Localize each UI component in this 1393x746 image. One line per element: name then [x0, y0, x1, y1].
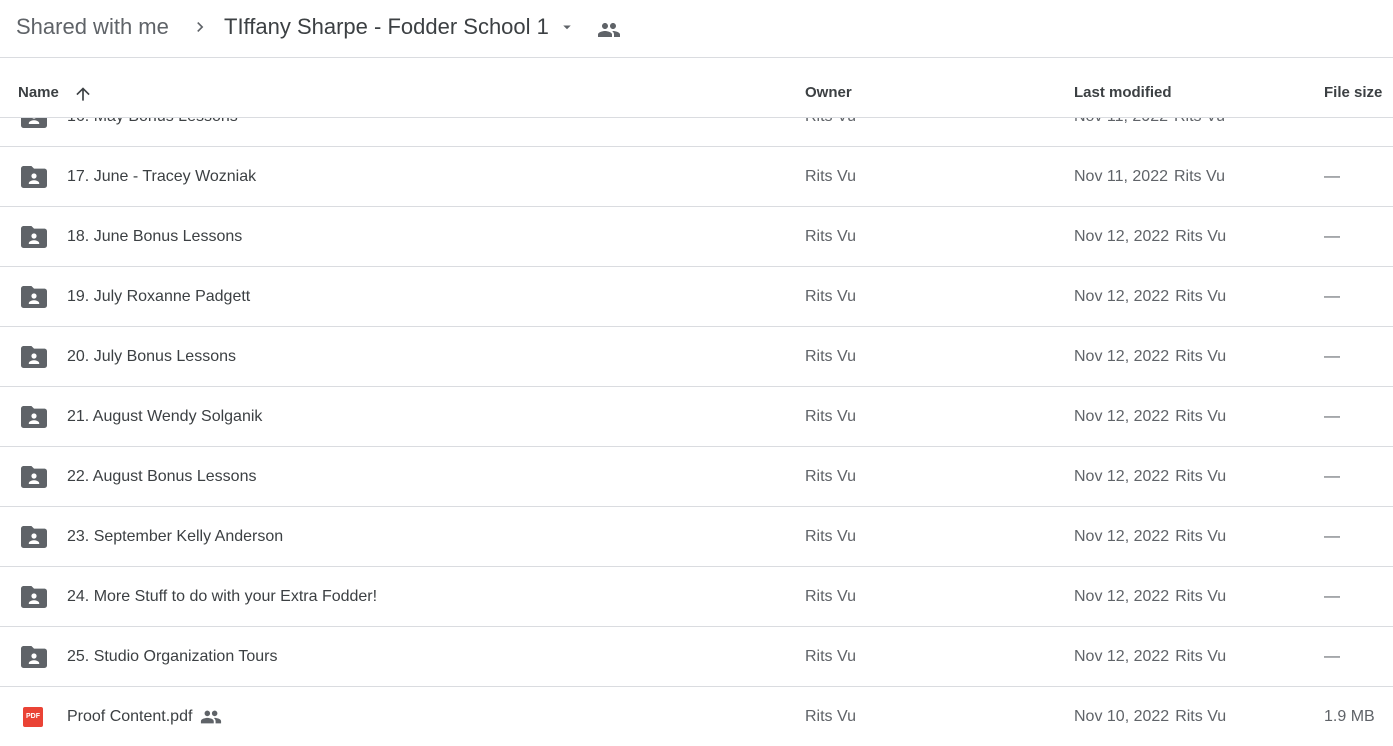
modified-by: Rits Vu [1174, 168, 1225, 185]
modified-date: Nov 12, 2022 [1074, 648, 1170, 665]
modified-by: Rits Vu [1175, 288, 1227, 305]
pdf-icon: PDF [23, 707, 43, 727]
shared-folder-icon [21, 346, 47, 368]
modified-by: Rits Vu [1175, 228, 1227, 245]
file-name[interactable]: 25. Studio Organization Tours [67, 647, 278, 667]
modified-date: Nov 12, 2022 [1074, 468, 1170, 485]
file-last-modified: Nov 12, 2022 Rits Vu [1074, 527, 1226, 547]
file-last-modified: Nov 12, 2022 Rits Vu [1074, 647, 1226, 667]
shared-folder-icon [21, 526, 47, 548]
modified-by: Rits Vu [1175, 648, 1227, 665]
shared-folder-icon [21, 166, 47, 188]
modified-by: Rits Vu [1175, 708, 1227, 725]
file-name[interactable]: 24. More Stuff to do with your Extra Fod… [67, 587, 377, 607]
arrow-up-icon[interactable] [73, 84, 93, 104]
file-last-modified: Nov 11, 2022 Rits Vu [1074, 167, 1225, 187]
file-name[interactable]: 23. September Kelly Anderson [67, 527, 283, 547]
table-row[interactable]: PDF Proof Content.pdf Rits Vu Nov 10, 2022 R… [0, 687, 1393, 746]
column-file-size[interactable]: File size [1324, 83, 1382, 103]
table-row[interactable]: 23. September Kelly Anderson Rits Vu Nov 1… [0, 507, 1393, 567]
file-owner: Rits Vu [805, 528, 856, 545]
breadcrumb: Shared with me TIffany Sharpe - Fodder S… [0, 0, 1393, 58]
shared-folder-icon [21, 586, 47, 608]
file-last-modified: Nov 12, 2022 Rits Vu [1074, 227, 1226, 247]
modified-date: Nov 11, 2022 [1074, 168, 1168, 185]
modified-date: Nov 12, 2022 [1074, 408, 1170, 425]
file-name[interactable]: 22. August Bonus Lessons [67, 467, 256, 487]
table-row[interactable]: 24. More Stuff to do with your Extra Fod… [0, 567, 1393, 627]
table-row[interactable]: 17. June - Tracey Wozniak Rits Vu Nov 11, … [0, 147, 1393, 207]
file-size: — [1324, 528, 1340, 545]
file-owner: Rits Vu [805, 408, 856, 425]
table-row[interactable]: 18. June Bonus Lessons Rits Vu Nov 12, 202… [0, 207, 1393, 267]
file-size: — [1324, 408, 1340, 425]
shared-folder-icon [21, 646, 47, 668]
table-row[interactable]: 19. July Roxanne Padgett Rits Vu Nov 12, 2… [0, 267, 1393, 327]
column-owner[interactable]: Owner [805, 83, 852, 103]
file-last-modified: Nov 12, 2022 Rits Vu [1074, 467, 1226, 487]
chevron-right-icon [197, 22, 204, 32]
modified-by: Rits Vu [1175, 528, 1227, 545]
shared-folder-icon [21, 406, 47, 428]
file-owner: Rits Vu [805, 228, 856, 245]
table-row[interactable]: 25. Studio Organization Tours Rits Vu Nov … [0, 627, 1393, 687]
people-icon[interactable] [597, 18, 621, 42]
modified-date: Nov 12, 2022 [1074, 348, 1170, 365]
file-name[interactable]: Proof Content.pdf [67, 707, 192, 727]
shared-folder-icon [21, 286, 47, 308]
file-size: — [1324, 588, 1340, 605]
file-owner: Rits Vu [805, 588, 856, 605]
modified-date: Nov 12, 2022 [1074, 528, 1170, 545]
modified-date: Nov 12, 2022 [1074, 228, 1170, 245]
people-icon [200, 706, 222, 728]
file-last-modified: Nov 10, 2022 Rits Vu [1074, 707, 1226, 727]
column-last-modified[interactable]: Last modified [1074, 83, 1172, 103]
file-owner: Rits Vu [805, 348, 856, 365]
file-owner: Rits Vu [805, 708, 856, 725]
modified-by: Rits Vu [1175, 348, 1227, 365]
file-owner: Rits Vu [805, 168, 856, 185]
file-last-modified: Nov 12, 2022 Rits Vu [1074, 287, 1226, 307]
file-size: — [1324, 168, 1340, 185]
table-row[interactable]: 22. August Bonus Lessons Rits Vu Nov 12, 2… [0, 447, 1393, 507]
file-owner: Rits Vu [805, 288, 856, 305]
file-last-modified: Nov 12, 2022 Rits Vu [1074, 587, 1226, 607]
shared-folder-icon [21, 466, 47, 488]
file-name[interactable]: 19. July Roxanne Padgett [67, 287, 250, 307]
shared-folder-icon [21, 226, 47, 248]
file-owner: Rits Vu [805, 648, 856, 665]
modified-date: Nov 12, 2022 [1074, 288, 1170, 305]
modified-date: Nov 10, 2022 [1074, 708, 1170, 725]
file-size: — [1324, 468, 1340, 485]
modified-by: Rits Vu [1175, 408, 1227, 425]
file-name[interactable]: 21. August Wendy Solganik [67, 407, 262, 427]
table-row[interactable]: 20. July Bonus Lessons Rits Vu Nov 12, 202… [0, 327, 1393, 387]
modified-date: Nov 12, 2022 [1074, 588, 1170, 605]
table-row[interactable]: 21. August Wendy Solganik Rits Vu Nov 12, … [0, 387, 1393, 447]
file-list: 16. May Bonus LessonsRits VuNov 11, 2022… [0, 87, 1393, 746]
file-size: — [1324, 648, 1340, 665]
file-size: — [1324, 348, 1340, 365]
file-last-modified: Nov 12, 2022 Rits Vu [1074, 347, 1226, 367]
file-last-modified: Nov 12, 2022 Rits Vu [1074, 407, 1226, 427]
file-size: — [1324, 288, 1340, 305]
file-name[interactable]: 17. June - Tracey Wozniak [67, 167, 256, 187]
file-name[interactable]: 20. July Bonus Lessons [67, 347, 236, 367]
modified-by: Rits Vu [1175, 588, 1227, 605]
column-name[interactable]: Name [18, 83, 59, 103]
file-name[interactable]: 18. June Bonus Lessons [67, 227, 242, 247]
breadcrumb-shared-with-me[interactable]: Shared with me [16, 12, 169, 42]
column-header: Name Owner Last modified File size [0, 58, 1393, 118]
breadcrumb-current-folder[interactable]: TIffany Sharpe - Fodder School 1 [224, 12, 549, 42]
file-owner: Rits Vu [805, 468, 856, 485]
caret-down-icon[interactable] [558, 18, 576, 36]
file-size: — [1324, 228, 1340, 245]
file-size: 1.9 MB [1324, 708, 1375, 725]
modified-by: Rits Vu [1175, 468, 1227, 485]
